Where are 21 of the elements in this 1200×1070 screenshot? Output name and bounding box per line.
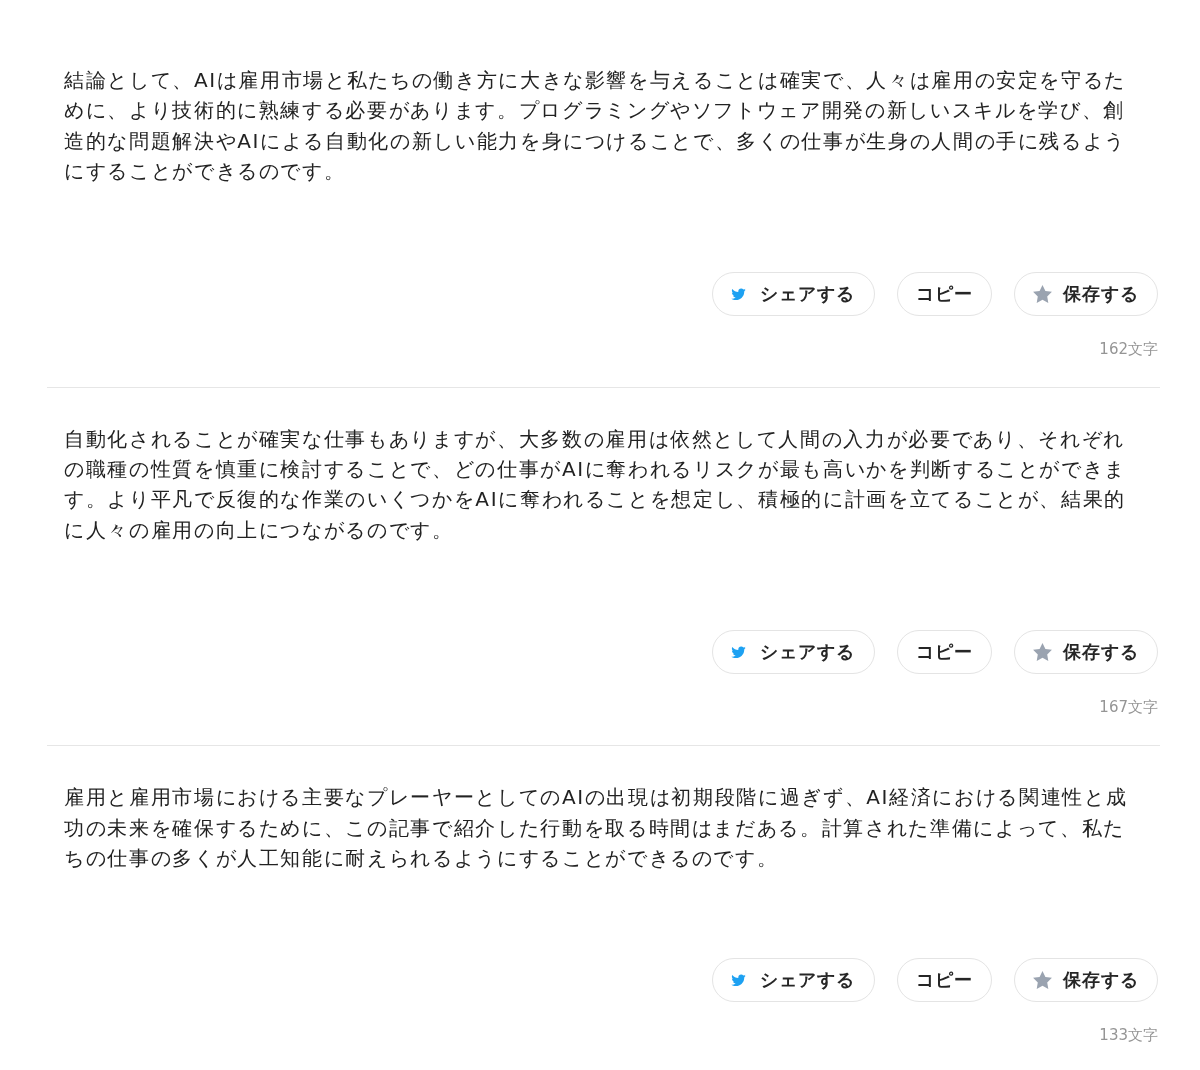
character-count: 133文字 (1099, 1026, 1158, 1045)
character-count: 162文字 (1099, 339, 1158, 358)
copy-button[interactable]: コピー (897, 630, 992, 675)
bird-icon (731, 646, 746, 659)
copy-button[interactable]: コピー (897, 958, 992, 1003)
copy-button[interactable]: コピー (897, 271, 992, 316)
paragraph-text: 結論として、AIは雇用市場と私たちの働き方に大きな影響を与えることは確実で、人々は雇用の安定を守るために、より技術的に熟練する必要があります。プログラミングやソフトウェア開発の新しいスキルを学び、創造的な問題解決やAIによる自動化の新しい能力を身につけることで、多くの仕事が生身の人間の手に残るようにすることができるのです。 (64, 67, 1128, 186)
paragraph-text: 雇用と雇用市場における主要なプレーヤーとしてのAIの出現は初期段階に過ぎず、AI経済における関連性と成功の未来を確保するために、この記事で紹介した行動を取る時間はまだある。計算された準備によって、私たちの仕事の多くが人工知能に耐えられるようにすることができるのです。 (64, 784, 1129, 873)
share-button[interactable]: シェアする (712, 271, 875, 316)
bird-icon (731, 974, 746, 987)
share-button[interactable]: シェアする (712, 958, 875, 1003)
paragraph-text: 自動化されることが確実な仕事もありますが、大多数の雇用は依然として人間の入力が必要であり、それぞれの職種の性質を慎重に検討することで、どの仕事がAIに奪われるリスクが最も高いかを判断することができます。より平凡で反復的な作業のいくつかをAIに奪われることを想定し、積極的に計画を立てることが、結果的に人々の雇用の向上につながるのです。 (64, 425, 1128, 544)
character-count: 167文字 (1099, 698, 1158, 717)
bird-icon (731, 287, 746, 300)
save-button[interactable]: 保存する (1014, 271, 1158, 316)
share-button[interactable]: シェアする (712, 630, 875, 675)
star-icon (1033, 284, 1052, 303)
save-button[interactable]: 保存する (1014, 958, 1158, 1003)
star-icon (1033, 971, 1052, 990)
save-button[interactable]: 保存する (1014, 630, 1158, 675)
star-icon (1033, 643, 1052, 662)
